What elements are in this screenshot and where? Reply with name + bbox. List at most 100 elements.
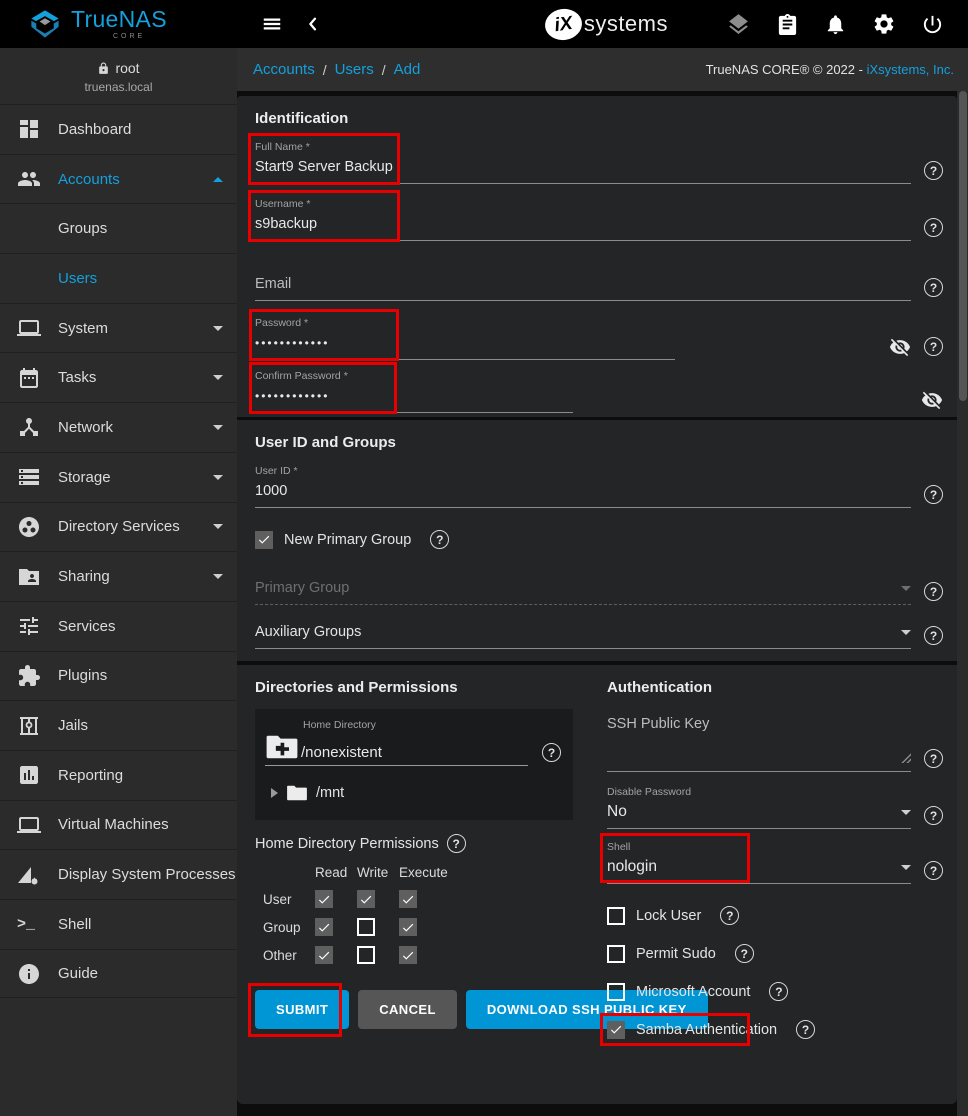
clipboard-icon[interactable] xyxy=(776,13,799,36)
user-id-field[interactable]: User ID * 1000 xyxy=(255,465,943,508)
help-icon[interactable] xyxy=(924,749,943,768)
sidebar-item-system[interactable]: System xyxy=(0,303,237,353)
chevron-down-icon xyxy=(901,810,911,815)
perm-other-read-checkbox[interactable] xyxy=(315,946,333,964)
tree-item-mnt[interactable]: /mnt xyxy=(271,784,561,802)
samba-authentication-checkbox[interactable] xyxy=(607,1021,625,1039)
lock-user-checkbox[interactable] xyxy=(607,907,625,925)
section-title-user-id-groups: User ID and Groups xyxy=(255,434,943,451)
help-icon[interactable] xyxy=(924,218,943,237)
chevron-up-icon xyxy=(213,177,223,182)
chevron-left-icon[interactable] xyxy=(305,16,321,32)
auxiliary-groups-select[interactable]: Auxiliary Groups xyxy=(255,623,943,649)
new-primary-group-checkbox[interactable] xyxy=(255,531,273,549)
breadcrumb-add[interactable]: Add xyxy=(394,61,421,78)
sidebar-item-tasks[interactable]: Tasks xyxy=(0,352,237,402)
help-icon[interactable] xyxy=(447,834,466,853)
sidebar-item-network[interactable]: Network xyxy=(0,402,237,452)
sidebar-item-display-system-processes[interactable]: Display System Processes xyxy=(0,849,237,899)
calendar-icon xyxy=(17,366,41,390)
sidebar-item-sharing[interactable]: Sharing xyxy=(0,551,237,601)
cancel-button[interactable]: CANCEL xyxy=(358,990,457,1029)
layers-icon[interactable] xyxy=(726,12,751,37)
sidebar-hostname: truenas.local xyxy=(0,80,237,94)
group-work-icon xyxy=(17,515,41,539)
help-icon[interactable] xyxy=(924,161,943,180)
power-icon[interactable] xyxy=(921,13,944,36)
help-icon[interactable] xyxy=(769,982,788,1001)
perm-user-write-checkbox[interactable] xyxy=(357,890,375,908)
help-icon[interactable] xyxy=(924,582,943,601)
help-icon[interactable] xyxy=(430,530,449,549)
sidebar-item-groups[interactable]: Groups xyxy=(0,203,237,253)
help-icon[interactable] xyxy=(924,278,943,297)
perm-user-execute-checkbox[interactable] xyxy=(399,890,417,908)
email-field[interactable]: Email xyxy=(255,275,943,301)
ixsystems-link[interactable]: iXsystems, Inc. xyxy=(867,62,954,77)
home-directory-field[interactable]: /nonexistent xyxy=(265,733,528,766)
copyright-text: TrueNAS CORE® © 2022 - iXsystems, Inc. xyxy=(706,62,954,77)
disable-password-select[interactable]: Disable Password No xyxy=(607,786,943,829)
sidebar-item-plugins[interactable]: Plugins xyxy=(0,651,237,701)
full-name-field[interactable]: Full Name * Start9 Server Backup xyxy=(255,141,943,184)
scrollbar-thumb[interactable] xyxy=(959,91,967,401)
password-field[interactable]: Password * •••••••••••• xyxy=(255,317,943,360)
help-icon[interactable] xyxy=(796,1020,815,1039)
sidebar-item-services[interactable]: Services xyxy=(0,601,237,651)
confirm-password-field[interactable]: Confirm Password * •••••••••••• xyxy=(255,370,943,413)
ssh-public-key-textarea[interactable]: SSH Public Key xyxy=(607,716,943,772)
sidebar-item-guide[interactable]: Guide xyxy=(0,949,237,999)
sidebar: root truenas.local Dashboard Accounts Gr… xyxy=(0,48,237,1116)
breadcrumb-bar: Accounts / Users / Add TrueNAS CORE® © 2… xyxy=(237,48,968,91)
new-primary-group-checkbox-row: New Primary Group xyxy=(255,530,943,549)
microsoft-account-checkbox[interactable] xyxy=(607,983,625,1001)
help-icon[interactable] xyxy=(735,944,754,963)
bell-icon[interactable] xyxy=(824,13,847,36)
help-icon[interactable] xyxy=(924,485,943,504)
sidebar-item-dashboard[interactable]: Dashboard xyxy=(0,104,237,154)
storage-icon xyxy=(17,465,41,489)
username-field[interactable]: Username * s9backup xyxy=(255,198,943,241)
sidebar-item-virtual-machines[interactable]: Virtual Machines xyxy=(0,800,237,850)
submit-button[interactable]: SUBMIT xyxy=(255,990,349,1029)
folder-plus-icon[interactable] xyxy=(265,733,299,761)
perm-user-read-checkbox[interactable] xyxy=(315,890,333,908)
scrollbar[interactable] xyxy=(957,91,968,1116)
primary-group-select[interactable]: Primary Group xyxy=(255,579,943,605)
laptop-icon xyxy=(17,316,41,340)
check-icon xyxy=(257,532,271,547)
breadcrumb-users[interactable]: Users xyxy=(335,61,374,78)
help-icon[interactable] xyxy=(924,806,943,825)
sidebar-item-shell[interactable]: >_ Shell xyxy=(0,899,237,949)
chevron-down-icon xyxy=(213,524,223,529)
sidebar-item-accounts[interactable]: Accounts xyxy=(0,154,237,204)
perm-group-read-checkbox[interactable] xyxy=(315,918,333,936)
sidebar-item-directory-services[interactable]: Directory Services xyxy=(0,502,237,552)
dashboard-icon xyxy=(17,117,41,141)
help-icon[interactable] xyxy=(924,861,943,880)
permit-sudo-checkbox[interactable] xyxy=(607,945,625,963)
sidebar-item-storage[interactable]: Storage xyxy=(0,452,237,502)
breadcrumb-accounts[interactable]: Accounts xyxy=(253,61,315,78)
help-icon[interactable] xyxy=(720,906,739,925)
tree-expand-icon[interactable] xyxy=(271,788,278,798)
perm-group-execute-checkbox[interactable] xyxy=(399,918,417,936)
breadcrumb-separator: / xyxy=(382,62,386,78)
help-icon[interactable] xyxy=(924,626,943,645)
perm-other-write-checkbox[interactable] xyxy=(357,946,375,964)
help-icon[interactable] xyxy=(542,743,561,762)
truenas-logo-icon xyxy=(28,9,62,39)
microsoft-account-checkbox-row: Microsoft Account xyxy=(607,982,943,1001)
sidebar-item-jails[interactable]: Jails xyxy=(0,700,237,750)
shell-select[interactable]: Shell nologin xyxy=(607,841,943,884)
gear-icon[interactable] xyxy=(872,12,896,36)
menu-icon[interactable] xyxy=(261,13,283,35)
identification-section: Identification Full Name * Start9 Server… xyxy=(237,96,957,417)
device-hub-icon xyxy=(17,415,41,439)
sidebar-item-users[interactable]: Users xyxy=(0,253,237,303)
sidebar-item-reporting[interactable]: Reporting xyxy=(0,750,237,800)
perm-other-execute-checkbox[interactable] xyxy=(399,946,417,964)
user-id-groups-section: User ID and Groups User ID * 1000 New Pr… xyxy=(237,420,957,661)
chevron-down-icon xyxy=(213,375,223,380)
perm-group-write-checkbox[interactable] xyxy=(357,918,375,936)
